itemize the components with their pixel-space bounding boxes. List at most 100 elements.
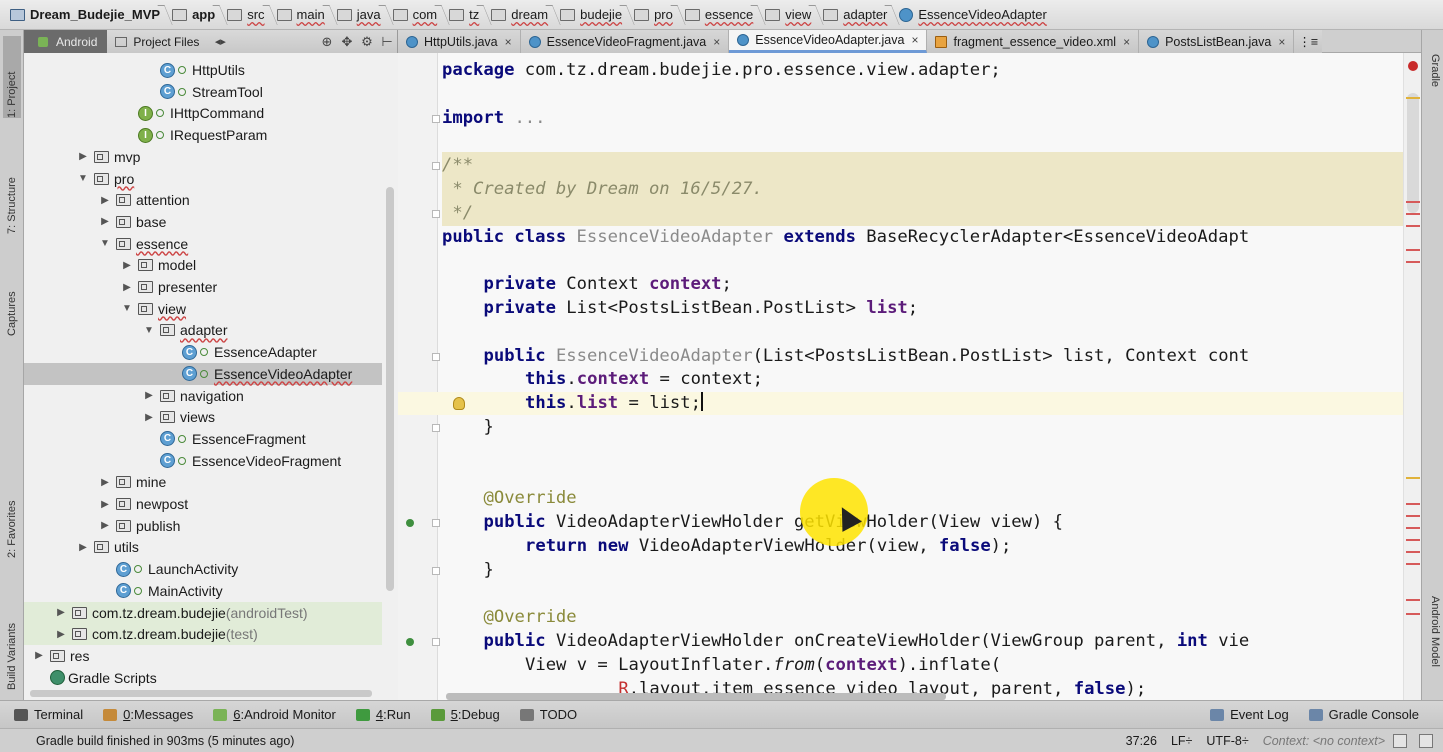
code-line[interactable]: @Override	[484, 606, 577, 629]
breadcrumb-item[interactable]: dream	[487, 3, 561, 27]
scroll-thumb[interactable]	[1407, 93, 1419, 213]
context-indicator[interactable]: Context: <no context>	[1263, 734, 1385, 748]
lock-icon[interactable]	[1393, 733, 1407, 748]
code-line[interactable]: private Context context;	[484, 273, 732, 296]
stripe-marker[interactable]	[1406, 477, 1420, 479]
close-icon[interactable]: ×	[1123, 35, 1130, 49]
tree-item[interactable]: ▶ presenter	[24, 276, 384, 298]
tool-window-structure[interactable]: 7: Structure	[3, 138, 21, 234]
tree-item[interactable]: ▶ utils	[24, 536, 384, 558]
stripe-marker[interactable]	[1406, 225, 1420, 227]
code-line[interactable]: this.list = list;	[525, 392, 703, 415]
collapsed-arrow-icon[interactable]: ▶	[98, 477, 112, 488]
tree-item[interactable]: C StreamTool	[24, 81, 384, 103]
tool-gradle-console-button[interactable]: Gradle Console	[1308, 707, 1419, 722]
error-indicator-icon[interactable]	[1408, 61, 1418, 71]
code-line[interactable]: public EssenceVideoAdapter(List<PostsLis…	[484, 345, 1250, 368]
expanded-arrow-icon[interactable]: ▼	[120, 303, 134, 314]
tree-horizontal-scrollbar[interactable]	[30, 690, 372, 697]
scroll-from-source-icon[interactable]: ⊕	[317, 30, 337, 53]
collapsed-arrow-icon[interactable]: ▶	[98, 216, 112, 227]
collapsed-arrow-icon[interactable]: ▶	[98, 195, 112, 206]
tree-item[interactable]: ▶ mine	[24, 471, 384, 493]
collapsed-arrow-icon[interactable]: ▶	[98, 499, 112, 510]
breadcrumb-item[interactable]: src	[223, 3, 278, 27]
collapsed-arrow-icon[interactable]: ▶	[142, 412, 156, 423]
stripe-marker[interactable]	[1406, 261, 1420, 263]
file-encoding[interactable]: UTF-8÷	[1206, 734, 1248, 748]
tool-window-build-variants[interactable]: Build Variants	[3, 584, 21, 690]
tree-item[interactable]: ▶ attention	[24, 189, 384, 211]
code-line[interactable]: return new VideoAdapterViewHolder(view, …	[525, 535, 1011, 558]
stripe-marker[interactable]	[1406, 213, 1420, 215]
code-line[interactable]: public VideoAdapterViewHolder getViewHol…	[484, 511, 1063, 534]
breadcrumb-item[interactable]: view	[761, 3, 824, 27]
stripe-marker[interactable]	[1406, 97, 1420, 99]
tool-terminal-button[interactable]: Terminal	[14, 707, 83, 722]
code-line[interactable]: }	[484, 416, 494, 439]
expanded-arrow-icon[interactable]: ▼	[76, 173, 90, 184]
code-line[interactable]: * Created by Dream on 16/5/27.	[442, 178, 762, 201]
tree-item[interactable]: ▼ adapter	[24, 319, 384, 341]
caret-position[interactable]: 37:26	[1126, 734, 1157, 748]
collapsed-arrow-icon[interactable]: ▶	[76, 542, 90, 553]
tree-item[interactable]: ▶ base	[24, 211, 384, 233]
close-icon[interactable]: ×	[505, 35, 512, 49]
collapsed-arrow-icon[interactable]: ▶	[32, 650, 46, 661]
breadcrumb-item[interactable]: java	[333, 3, 394, 27]
stripe-marker[interactable]	[1406, 563, 1420, 565]
close-icon[interactable]: ×	[1278, 35, 1285, 49]
breadcrumb-item[interactable]: app	[168, 3, 228, 27]
tree-item[interactable]: C HttpUtils	[24, 59, 384, 81]
collapsed-arrow-icon[interactable]: ▶	[120, 260, 134, 271]
code-line[interactable]: import ...	[442, 107, 546, 130]
collapsed-arrow-icon[interactable]: ▶	[76, 151, 90, 162]
tool-messages-button[interactable]: 0: Messages	[103, 707, 193, 722]
tree-item[interactable]: ▼ view	[24, 298, 384, 320]
tree-item[interactable]: I IHttpCommand	[24, 102, 384, 124]
expanded-arrow-icon[interactable]: ▼	[98, 238, 112, 249]
editor-tab[interactable]: EssenceVideoFragment.java ×	[520, 30, 730, 53]
tree-item[interactable]: C EssenceVideoFragment	[24, 450, 384, 472]
tree-item[interactable]: ▶ navigation	[24, 385, 384, 407]
tree-item[interactable]: I IRequestParam	[24, 124, 384, 146]
code-line[interactable]: View v = LayoutInflater.from(context).in…	[525, 654, 1001, 677]
lightbulb-icon[interactable]	[453, 397, 465, 411]
stripe-marker[interactable]	[1406, 613, 1420, 615]
tool-window-captures[interactable]: Captures	[3, 252, 21, 336]
close-icon[interactable]: ×	[911, 33, 918, 47]
tree-item[interactable]: C LaunchActivity	[24, 558, 384, 580]
breadcrumb-item[interactable]: Dream_Budejie_MVP	[6, 3, 173, 27]
breadcrumb-item[interactable]: adapter	[819, 3, 900, 27]
breadcrumb-item[interactable]: tz	[445, 3, 492, 27]
tree-item[interactable]: ▶ com.tz.dream.budejie (test)	[24, 623, 382, 646]
tool-window-favorites[interactable]: 2: Favorites	[3, 466, 21, 558]
tree-item[interactable]: ▶ publish	[24, 515, 384, 537]
code-line[interactable]: }	[484, 559, 494, 582]
breadcrumb-item[interactable]: budejie	[556, 3, 635, 27]
tool-event-log-button[interactable]: Event Log	[1210, 707, 1289, 722]
tabs-overflow-icon[interactable]: ⋮≡	[1294, 30, 1323, 53]
line-separator[interactable]: LF÷	[1171, 734, 1192, 748]
tree-item[interactable]: C EssenceVideoAdapter	[24, 362, 382, 385]
error-stripe[interactable]	[1403, 53, 1421, 700]
code-line[interactable]: public class EssenceVideoAdapter extends…	[442, 226, 1249, 249]
collapsed-arrow-icon[interactable]: ▶	[54, 607, 68, 618]
tree-item[interactable]: ▼ pro	[24, 168, 384, 190]
code-editor[interactable]: package com.tz.dream.budejie.pro.essence…	[398, 53, 1420, 700]
code-line[interactable]: this.context = context;	[525, 368, 763, 391]
tool-window-gradle[interactable]: Gradle	[1425, 54, 1441, 87]
collapsed-arrow-icon[interactable]: ▶	[54, 629, 68, 640]
tool-window-android-model[interactable]: Android Model	[1425, 596, 1441, 667]
hide-panel-icon[interactable]: ⊢	[377, 30, 397, 53]
view-switch-arrows-icon[interactable]: ◂▸	[207, 30, 233, 53]
stripe-marker[interactable]	[1406, 551, 1420, 553]
breadcrumb-item[interactable]: pro	[630, 3, 686, 27]
tool-debug-button[interactable]: 5: Debug	[430, 707, 500, 722]
inspector-icon[interactable]	[1419, 733, 1433, 748]
collapsed-arrow-icon[interactable]: ▶	[98, 520, 112, 531]
stripe-marker[interactable]	[1406, 201, 1420, 203]
project-files-tab[interactable]: Project Files	[107, 30, 207, 53]
gear-icon[interactable]: ⚙	[357, 30, 377, 53]
tree-item[interactable]: ▶ views	[24, 406, 384, 428]
